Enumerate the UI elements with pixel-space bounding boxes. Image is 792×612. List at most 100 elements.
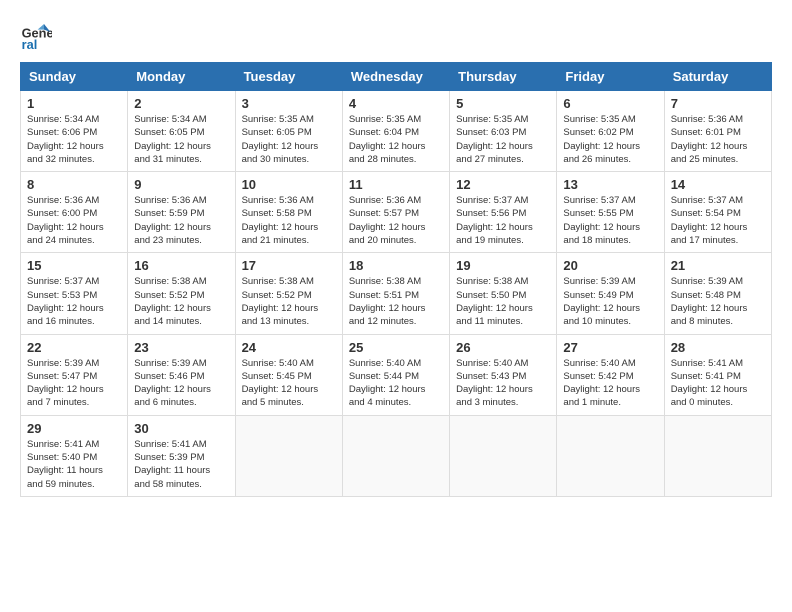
day-number: 10 <box>242 177 336 192</box>
day-number: 28 <box>671 340 765 355</box>
calendar-cell <box>235 415 342 496</box>
calendar-cell <box>450 415 557 496</box>
calendar-cell: 9 Sunrise: 5:36 AM Sunset: 5:59 PM Daylig… <box>128 172 235 253</box>
col-tuesday: Tuesday <box>235 63 342 91</box>
calendar-cell: 28Sunrise: 5:41 AM Sunset: 5:41 PM Dayli… <box>664 334 771 415</box>
calendar-cell: 16Sunrise: 5:38 AM Sunset: 5:52 PM Dayli… <box>128 253 235 334</box>
col-friday: Friday <box>557 63 664 91</box>
day-info: Sunrise: 5:36 AM Sunset: 5:59 PM Dayligh… <box>134 194 228 247</box>
day-number: 4 <box>349 96 443 111</box>
page-header: Gene ral <box>20 20 772 52</box>
calendar-cell: 26 Sunrise: 5:40 AM Sunset: 5:43 PM Dayli… <box>450 334 557 415</box>
day-info: Sunrise: 5:38 AM Sunset: 5:51 PM Dayligh… <box>349 275 443 328</box>
calendar-cell: 6 Sunrise: 5:35 AM Sunset: 6:02 PM Daylig… <box>557 91 664 172</box>
day-number: 23 <box>134 340 228 355</box>
calendar-table: Sunday Monday Tuesday Wednesday Thursday… <box>20 62 772 497</box>
day-number: 21 <box>671 258 765 273</box>
day-number: 9 <box>134 177 228 192</box>
calendar-header-row: Sunday Monday Tuesday Wednesday Thursday… <box>21 63 772 91</box>
calendar-cell: 8 Sunrise: 5:36 AM Sunset: 6:00 PM Daylig… <box>21 172 128 253</box>
day-info: Sunrise: 5:39 AM Sunset: 5:47 PM Dayligh… <box>27 357 121 410</box>
svg-text:ral: ral <box>22 37 38 52</box>
day-info: Sunrise: 5:35 AM Sunset: 6:05 PM Dayligh… <box>242 113 336 166</box>
calendar-cell: 5Sunrise: 5:35 AM Sunset: 6:03 PM Daylig… <box>450 91 557 172</box>
calendar-cell: 20 Sunrise: 5:39 AM Sunset: 5:49 PM Dayli… <box>557 253 664 334</box>
day-info: Sunrise: 5:38 AM Sunset: 5:52 PM Dayligh… <box>242 275 336 328</box>
day-info: Sunrise: 5:39 AM Sunset: 5:49 PM Dayligh… <box>563 275 657 328</box>
day-number: 18 <box>349 258 443 273</box>
day-number: 30 <box>134 421 228 436</box>
day-info: Sunrise: 5:36 AM Sunset: 6:00 PM Dayligh… <box>27 194 121 247</box>
day-info: Sunrise: 5:37 AM Sunset: 5:55 PM Dayligh… <box>563 194 657 247</box>
calendar-week-row-3: 15 Sunrise: 5:37 AM Sunset: 5:53 PM Dayli… <box>21 253 772 334</box>
logo: Gene ral <box>20 20 54 52</box>
day-info: Sunrise: 5:39 AM Sunset: 5:46 PM Dayligh… <box>134 357 228 410</box>
col-sunday: Sunday <box>21 63 128 91</box>
day-number: 13 <box>563 177 657 192</box>
logo-icon: Gene ral <box>20 20 52 52</box>
day-info: Sunrise: 5:37 AM Sunset: 5:56 PM Dayligh… <box>456 194 550 247</box>
day-number: 22 <box>27 340 121 355</box>
day-number: 20 <box>563 258 657 273</box>
calendar-week-row-5: 29 Sunrise: 5:41 AM Sunset: 5:40 PM Dayli… <box>21 415 772 496</box>
calendar-cell <box>342 415 449 496</box>
day-number: 17 <box>242 258 336 273</box>
day-number: 29 <box>27 421 121 436</box>
day-info: Sunrise: 5:39 AM Sunset: 5:48 PM Dayligh… <box>671 275 765 328</box>
day-info: Sunrise: 5:34 AM Sunset: 6:05 PM Dayligh… <box>134 113 228 166</box>
day-number: 12 <box>456 177 550 192</box>
calendar-cell: 18 Sunrise: 5:38 AM Sunset: 5:51 PM Dayli… <box>342 253 449 334</box>
day-number: 3 <box>242 96 336 111</box>
col-thursday: Thursday <box>450 63 557 91</box>
day-number: 2 <box>134 96 228 111</box>
day-number: 24 <box>242 340 336 355</box>
day-number: 19 <box>456 258 550 273</box>
col-wednesday: Wednesday <box>342 63 449 91</box>
day-number: 1 <box>27 96 121 111</box>
calendar-cell: 27 Sunrise: 5:40 AM Sunset: 5:42 PM Dayli… <box>557 334 664 415</box>
calendar-cell <box>664 415 771 496</box>
day-info: Sunrise: 5:40 AM Sunset: 5:43 PM Dayligh… <box>456 357 550 410</box>
col-monday: Monday <box>128 63 235 91</box>
day-info: Sunrise: 5:37 AM Sunset: 5:53 PM Dayligh… <box>27 275 121 328</box>
calendar-cell: 12 Sunrise: 5:37 AM Sunset: 5:56 PM Dayli… <box>450 172 557 253</box>
day-number: 5 <box>456 96 550 111</box>
day-number: 26 <box>456 340 550 355</box>
day-number: 8 <box>27 177 121 192</box>
col-saturday: Saturday <box>664 63 771 91</box>
day-number: 25 <box>349 340 443 355</box>
day-info: Sunrise: 5:40 AM Sunset: 5:42 PM Dayligh… <box>563 357 657 410</box>
day-info: Sunrise: 5:40 AM Sunset: 5:45 PM Dayligh… <box>242 357 336 410</box>
calendar-cell: 23 Sunrise: 5:39 AM Sunset: 5:46 PM Dayli… <box>128 334 235 415</box>
calendar-week-row-2: 8 Sunrise: 5:36 AM Sunset: 6:00 PM Daylig… <box>21 172 772 253</box>
day-info: Sunrise: 5:36 AM Sunset: 5:58 PM Dayligh… <box>242 194 336 247</box>
day-info: Sunrise: 5:40 AM Sunset: 5:44 PM Dayligh… <box>349 357 443 410</box>
day-info: Sunrise: 5:34 AM Sunset: 6:06 PM Dayligh… <box>27 113 121 166</box>
calendar-cell: 19 Sunrise: 5:38 AM Sunset: 5:50 PM Dayli… <box>450 253 557 334</box>
calendar-cell: 17 Sunrise: 5:38 AM Sunset: 5:52 PM Dayli… <box>235 253 342 334</box>
day-number: 27 <box>563 340 657 355</box>
calendar-cell: 2 Sunrise: 5:34 AM Sunset: 6:05 PM Daylig… <box>128 91 235 172</box>
day-info: Sunrise: 5:37 AM Sunset: 5:54 PM Dayligh… <box>671 194 765 247</box>
calendar-cell: 1 Sunrise: 5:34 AM Sunset: 6:06 PM Daylig… <box>21 91 128 172</box>
day-number: 16 <box>134 258 228 273</box>
day-number: 15 <box>27 258 121 273</box>
calendar-cell: 22 Sunrise: 5:39 AM Sunset: 5:47 PM Dayli… <box>21 334 128 415</box>
day-number: 14 <box>671 177 765 192</box>
calendar-cell: 30 Sunrise: 5:41 AM Sunset: 5:39 PM Dayli… <box>128 415 235 496</box>
calendar-cell: 21 Sunrise: 5:39 AM Sunset: 5:48 PM Dayli… <box>664 253 771 334</box>
calendar-cell: 4Sunrise: 5:35 AM Sunset: 6:04 PM Daylig… <box>342 91 449 172</box>
day-number: 6 <box>563 96 657 111</box>
calendar-cell: 13 Sunrise: 5:37 AM Sunset: 5:55 PM Dayli… <box>557 172 664 253</box>
day-info: Sunrise: 5:36 AM Sunset: 5:57 PM Dayligh… <box>349 194 443 247</box>
calendar-cell: 24 Sunrise: 5:40 AM Sunset: 5:45 PM Dayli… <box>235 334 342 415</box>
calendar-week-row-1: 1 Sunrise: 5:34 AM Sunset: 6:06 PM Daylig… <box>21 91 772 172</box>
day-info: Sunrise: 5:36 AM Sunset: 6:01 PM Dayligh… <box>671 113 765 166</box>
day-info: Sunrise: 5:41 AM Sunset: 5:40 PM Dayligh… <box>27 438 121 491</box>
calendar-cell: 11Sunrise: 5:36 AM Sunset: 5:57 PM Dayli… <box>342 172 449 253</box>
day-number: 7 <box>671 96 765 111</box>
day-info: Sunrise: 5:38 AM Sunset: 5:50 PM Dayligh… <box>456 275 550 328</box>
day-info: Sunrise: 5:35 AM Sunset: 6:02 PM Dayligh… <box>563 113 657 166</box>
calendar-cell: 25 Sunrise: 5:40 AM Sunset: 5:44 PM Dayli… <box>342 334 449 415</box>
day-info: Sunrise: 5:41 AM Sunset: 5:39 PM Dayligh… <box>134 438 228 491</box>
